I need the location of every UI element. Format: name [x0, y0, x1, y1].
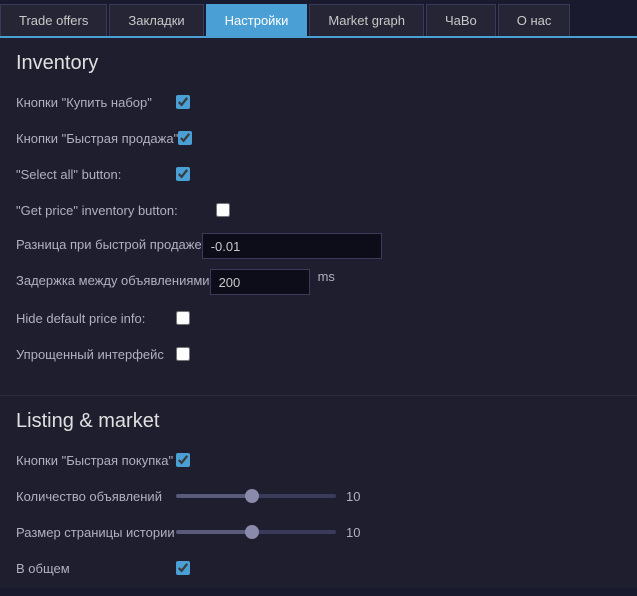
- simplified-ui-row: Упрощенный интерфейс: [16, 341, 621, 367]
- listing-count-slider[interactable]: [176, 494, 336, 498]
- tab-trade-offers[interactable]: Trade offers: [0, 4, 107, 36]
- in-general-checkbox[interactable]: [176, 561, 190, 575]
- hide-price-row: Hide default price info:: [16, 305, 621, 331]
- delay-suffix: ms: [318, 269, 335, 284]
- delay-row: Задержка между объявлениями ms: [16, 269, 621, 295]
- select-all-checkbox-wrap: [176, 167, 190, 181]
- quick-sell-checkbox-wrap: [178, 131, 192, 145]
- hide-price-checkbox[interactable]: [176, 311, 190, 325]
- quick-sell-label: Кнопки "Быстрая продажа": [16, 131, 178, 146]
- listing-count-label: Количество объявлений: [16, 489, 176, 504]
- history-page-slider[interactable]: [176, 530, 336, 534]
- tab-faq[interactable]: ЧаВо: [426, 4, 496, 36]
- tab-about[interactable]: О нас: [498, 4, 571, 36]
- listing-market-section: Listing & market Кнопки "Быстрая покупка…: [0, 396, 637, 588]
- listing-count-slider-wrap: 10: [176, 489, 366, 504]
- listing-market-title: Listing & market: [16, 410, 621, 433]
- get-price-row: "Get price" inventory button:: [16, 197, 621, 223]
- simplified-ui-checkbox[interactable]: [176, 347, 190, 361]
- quick-buy-label: Кнопки "Быстрая покупка": [16, 453, 176, 468]
- select-all-checkbox[interactable]: [176, 167, 190, 181]
- hide-price-checkbox-wrap: [176, 311, 190, 325]
- listing-count-value: 10: [346, 489, 366, 504]
- quick-sell-row: Кнопки "Быстрая продажа": [16, 125, 621, 151]
- quick-sell-diff-input[interactable]: [202, 233, 382, 259]
- history-page-row: Размер страницы истории 10: [16, 519, 621, 545]
- tab-settings[interactable]: Настройки: [206, 4, 308, 36]
- inventory-title: Inventory: [16, 52, 621, 75]
- quick-buy-checkbox-wrap: [176, 453, 190, 467]
- simplified-ui-checkbox-wrap: [176, 347, 190, 361]
- quick-sell-diff-label: Разница при быстрой продаже: [16, 233, 202, 254]
- inventory-section: Inventory Кнопки "Купить набор" Кнопки "…: [0, 38, 637, 396]
- quick-buy-checkbox[interactable]: [176, 453, 190, 467]
- delay-label: Задержка между объявлениями: [16, 269, 210, 290]
- history-page-label: Размер страницы истории: [16, 525, 176, 540]
- select-all-row: "Select all" button:: [16, 161, 621, 187]
- simplified-ui-label: Упрощенный интерфейс: [16, 347, 176, 362]
- hide-price-label: Hide default price info:: [16, 311, 176, 326]
- buy-set-label: Кнопки "Купить набор": [16, 95, 176, 110]
- quick-sell-checkbox[interactable]: [178, 131, 192, 145]
- get-price-checkbox[interactable]: [216, 203, 230, 217]
- get-price-label: "Get price" inventory button:: [16, 203, 216, 218]
- in-general-label: В общем: [16, 561, 176, 576]
- in-general-checkbox-wrap: [176, 561, 190, 575]
- get-price-checkbox-wrap: [216, 203, 230, 217]
- buy-set-checkbox-wrap: [176, 95, 190, 109]
- history-page-value: 10: [346, 525, 366, 540]
- select-all-label: "Select all" button:: [16, 167, 176, 182]
- tab-bookmarks[interactable]: Закладки: [109, 4, 203, 36]
- buy-set-row: Кнопки "Купить набор": [16, 89, 621, 115]
- listing-count-row: Количество объявлений 10: [16, 483, 621, 509]
- history-page-slider-wrap: 10: [176, 525, 366, 540]
- quick-sell-diff-row: Разница при быстрой продаже: [16, 233, 621, 259]
- tab-market-graph[interactable]: Market graph: [309, 4, 424, 36]
- delay-input[interactable]: [210, 269, 310, 295]
- tab-bar: Trade offers Закладки Настройки Market g…: [0, 0, 637, 38]
- buy-set-checkbox[interactable]: [176, 95, 190, 109]
- settings-content: Inventory Кнопки "Купить набор" Кнопки "…: [0, 38, 637, 588]
- in-general-row: В общем: [16, 555, 621, 581]
- quick-buy-row: Кнопки "Быстрая покупка": [16, 447, 621, 473]
